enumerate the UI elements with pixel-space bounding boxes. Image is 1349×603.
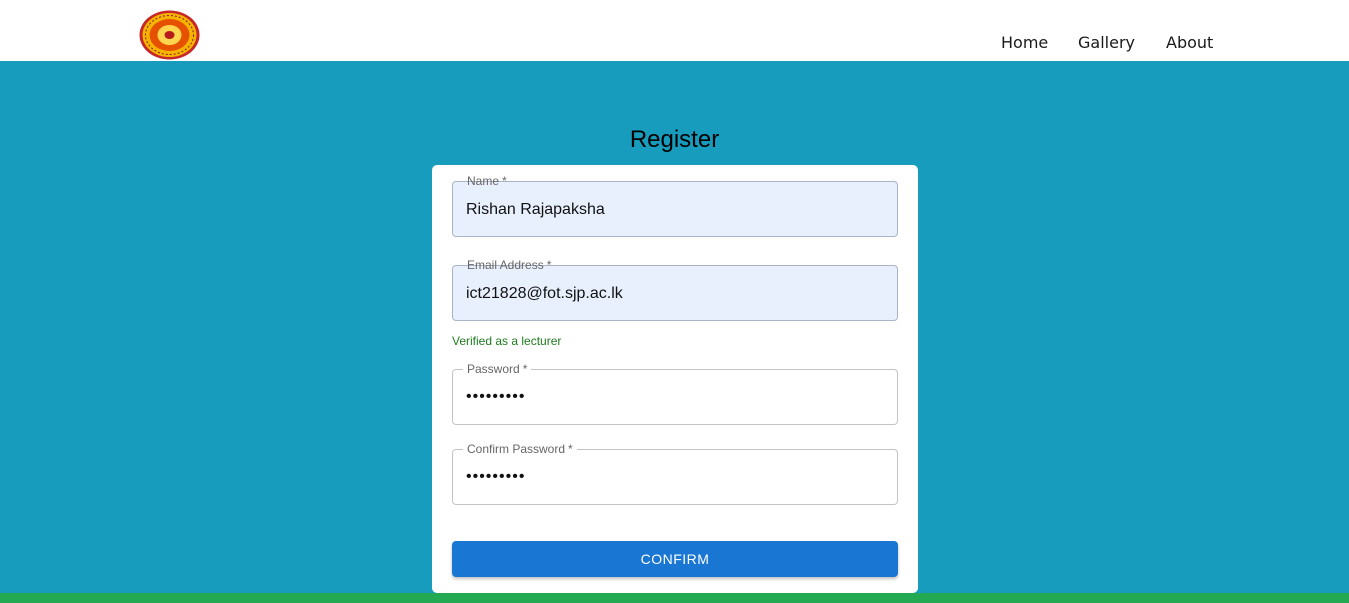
confirm-password-field-label: Confirm Password * [463, 443, 577, 456]
name-field-label: Name * [467, 174, 507, 188]
register-form-card: Name * Rishan Rajapaksha Email Address * i… [432, 165, 918, 593]
university-logo-icon[interactable] [139, 10, 200, 60]
nav-home-link[interactable]: Home [1001, 33, 1048, 52]
name-field-value: Rishan Rajapaksha [466, 201, 605, 218]
confirm-button[interactable]: CONFIRM [452, 541, 898, 577]
password-field-label: Password * [463, 363, 532, 376]
confirm-password-field-value: ••••••••• [466, 468, 526, 485]
top-navbar: Home Gallery About [0, 0, 1349, 61]
name-field[interactable]: Name * Rishan Rajapaksha [452, 175, 898, 237]
email-field-value: ict21828@fot.sjp.ac.lk [466, 285, 623, 302]
nav-about-link[interactable]: About [1166, 33, 1213, 52]
password-field-value: ••••••••• [466, 388, 526, 405]
email-verified-helper-text: Verified as a lecturer [452, 334, 562, 348]
nav-gallery-link[interactable]: Gallery [1078, 33, 1135, 52]
email-field-label: Email Address * [467, 258, 552, 272]
password-field[interactable]: Password * ••••••••• [452, 363, 898, 425]
footer-strip [0, 593, 1349, 603]
page-title: Register [629, 126, 720, 153]
confirm-password-field[interactable]: Confirm Password * ••••••••• [452, 443, 898, 505]
email-field[interactable]: Email Address * ict21828@fot.sjp.ac.lk [452, 259, 898, 321]
